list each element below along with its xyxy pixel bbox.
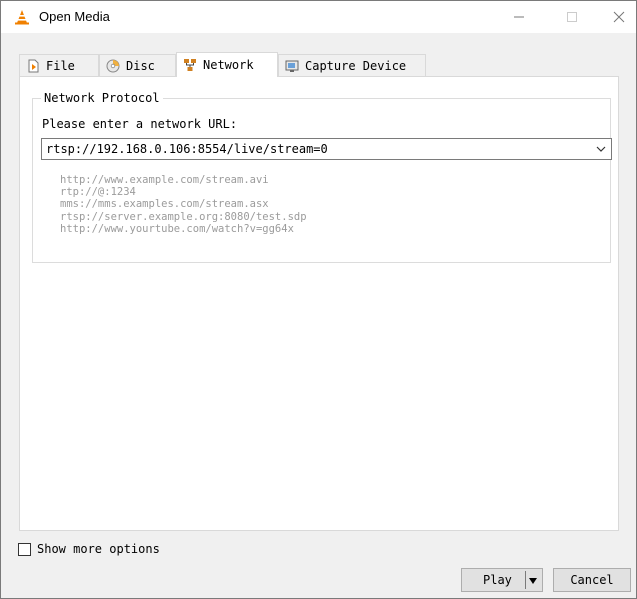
tab-file[interactable]: File [19, 54, 99, 76]
cancel-button[interactable]: Cancel [553, 568, 631, 592]
play-label: Play [483, 573, 512, 587]
example-url: rtsp://server.example.org:8080/test.sdp [60, 210, 307, 223]
show-more-options-checkbox[interactable] [18, 543, 31, 556]
close-button[interactable] [596, 1, 637, 33]
tab-disc[interactable]: Disc [99, 54, 176, 76]
maximize-button[interactable] [549, 1, 595, 33]
title-bar: Open Media [1, 1, 636, 33]
url-examples: http://www.example.com/stream.avi rtp://… [60, 174, 307, 235]
vlc-cone-icon [15, 10, 29, 25]
example-url: rtp://@:1234 [60, 186, 136, 199]
show-more-options-label[interactable]: Show more options [37, 542, 160, 556]
example-url: http://www.yourtube.com/watch?v=gg64x [60, 222, 294, 235]
url-label: Please enter a network URL: [42, 117, 238, 131]
url-combobox[interactable]: rtsp://192.168.0.106:8554/live/stream=0 [41, 138, 612, 160]
tab-network[interactable]: Network [176, 52, 278, 77]
group-title: Network Protocol [41, 91, 163, 105]
minimize-icon [514, 16, 524, 18]
tab-capture-device[interactable]: Capture Device [278, 54, 426, 76]
window-title: Open Media [39, 9, 110, 24]
open-media-dialog: Open Media File Disc Network Capture Dev… [0, 0, 637, 599]
tab-label: Disc [126, 58, 155, 73]
example-url: mms://mms.examples.com/stream.asx [60, 198, 269, 211]
network-panel: Network Protocol Please enter a network … [19, 76, 619, 531]
play-split-divider [525, 571, 526, 589]
network-icon [184, 59, 196, 71]
play-dropdown-arrow-icon[interactable] [528, 577, 538, 585]
minimize-button[interactable] [496, 1, 542, 33]
url-input[interactable]: rtsp://192.168.0.106:8554/live/stream=0 [42, 142, 591, 156]
tab-label: Network [203, 58, 254, 72]
dropdown-button[interactable] [591, 139, 611, 159]
disc-icon [106, 59, 120, 72]
maximize-icon [567, 12, 577, 22]
close-icon [613, 11, 625, 23]
capture-device-icon [285, 60, 299, 72]
chevron-down-icon [596, 146, 606, 152]
tab-label: Capture Device [305, 58, 407, 73]
file-icon [28, 59, 39, 72]
play-button[interactable]: Play [461, 568, 543, 592]
tab-label: File [46, 58, 75, 73]
example-url: http://www.example.com/stream.avi [60, 174, 269, 186]
